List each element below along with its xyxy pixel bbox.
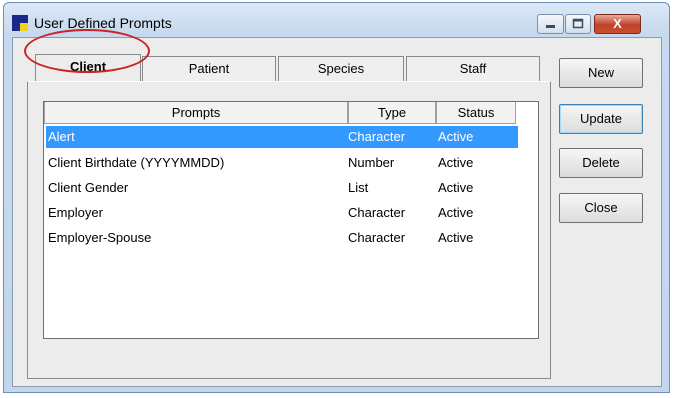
cell-type: Character <box>348 129 406 144</box>
column-header-type[interactable]: Type <box>348 102 436 124</box>
prompts-list[interactable]: Prompts Type Status Alert Character Acti… <box>43 101 539 339</box>
cell-status: Active <box>438 155 474 170</box>
cell-prompt: Employer <box>48 205 103 220</box>
tab-staff[interactable]: Staff <box>406 56 540 81</box>
tab-patient[interactable]: Patient <box>142 56 276 81</box>
cell-prompt: Client Birthdate (YYYYMMDD) <box>48 155 225 170</box>
maximize-button[interactable] <box>565 14 591 34</box>
cell-status: Active <box>438 129 474 144</box>
new-button[interactable]: New <box>559 58 643 88</box>
table-row[interactable]: Employer-Spouse Character Active <box>46 227 518 249</box>
close-window-button[interactable]: X <box>594 14 641 34</box>
cell-prompt: Employer-Spouse <box>48 230 152 245</box>
cell-status: Active <box>438 205 474 220</box>
highlight-oval <box>24 29 150 73</box>
cell-status: Active <box>438 180 474 195</box>
table-row[interactable]: Alert Character Active <box>46 126 518 148</box>
close-icon: X <box>613 16 622 31</box>
tab-species[interactable]: Species <box>278 56 404 81</box>
delete-button[interactable]: Delete <box>559 148 643 178</box>
cell-type: Character <box>348 205 406 220</box>
column-header-prompts[interactable]: Prompts <box>44 102 348 124</box>
column-header-status[interactable]: Status <box>436 102 516 124</box>
cell-type: Character <box>348 230 406 245</box>
close-button[interactable]: Close <box>559 193 643 223</box>
table-row[interactable]: Client Birthdate (YYYYMMDD) Number Activ… <box>46 152 518 174</box>
dialog-body: Client Patient Species Staff Prompts Typ… <box>12 37 662 387</box>
cell-type: Number <box>348 155 395 170</box>
cell-status: Active <box>438 230 474 245</box>
cell-prompt: Client Gender <box>48 180 129 195</box>
app-window-icon <box>12 15 28 31</box>
maximize-icon <box>572 18 584 29</box>
cell-type: List <box>348 180 369 195</box>
minimize-icon <box>546 25 555 28</box>
update-button[interactable]: Update <box>559 104 643 134</box>
cell-prompt: Alert <box>48 129 75 144</box>
table-row[interactable]: Client Gender List Active <box>46 177 518 199</box>
table-row[interactable]: Employer Character Active <box>46 202 518 224</box>
window-title: User Defined Prompts <box>34 15 172 31</box>
tab-panel: Prompts Type Status Alert Character Acti… <box>27 81 551 379</box>
minimize-button[interactable] <box>537 14 564 34</box>
